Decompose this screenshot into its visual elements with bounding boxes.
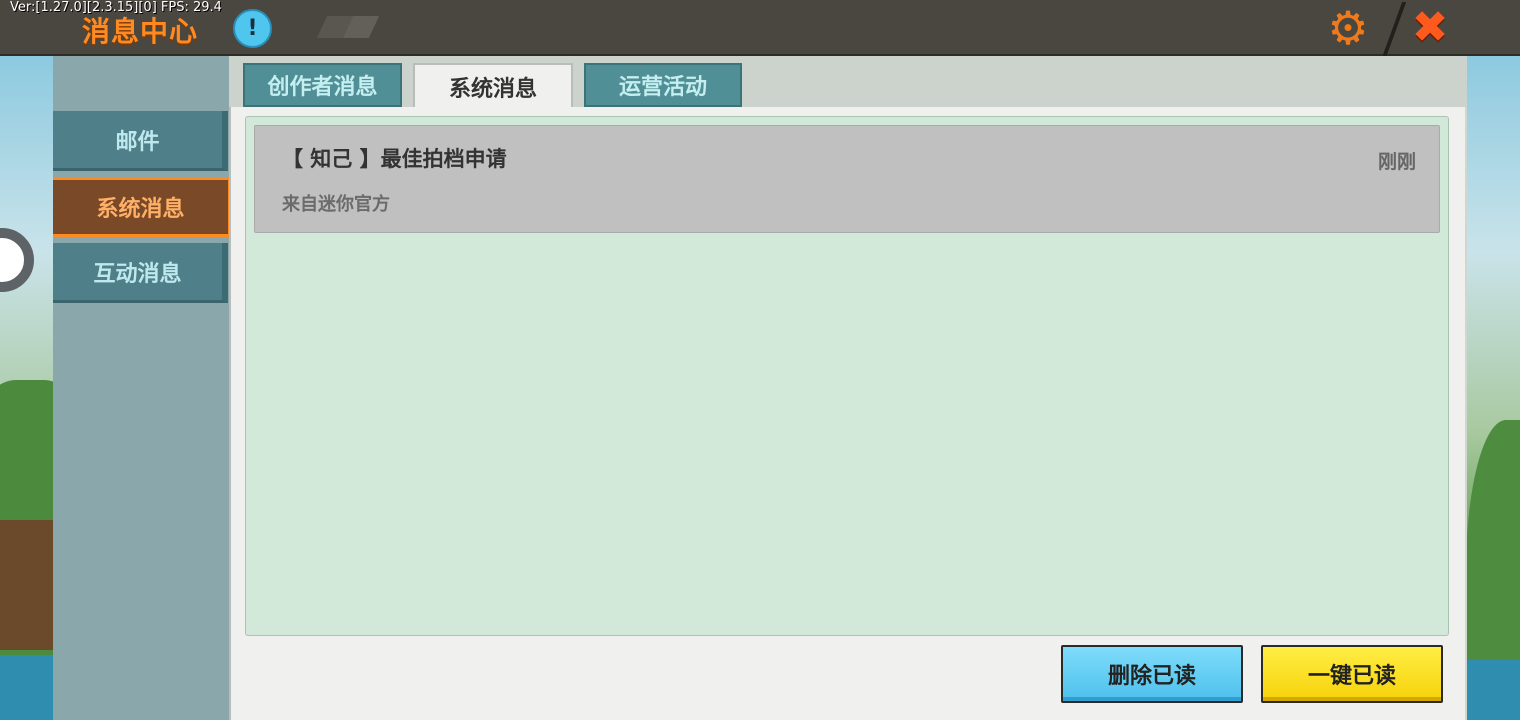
tab-label: 运营活动 [618,75,707,100]
water-left [0,655,60,720]
tab-system-messages[interactable]: 系统消息 [413,63,573,109]
close-button[interactable]: ✖ [1405,4,1455,52]
exclamation-icon: ! [247,16,258,41]
page-title: 消息中心 [82,15,199,48]
tab-creator-messages[interactable]: 创作者消息 [243,63,402,107]
mark-all-read-label: 一键已读 [1307,664,1396,689]
top-bar: Ver:[1.27.0][2.3.15][0] FPS: 29.4 消息中心 !… [0,0,1520,58]
wood-block [0,520,55,650]
sidebar-item-mail[interactable]: 邮件 [53,111,228,171]
sidebar-item-interaction-messages[interactable]: 互动消息 [53,243,228,303]
mark-all-read-button[interactable]: 一键已读 [1261,645,1443,703]
gear-icon: ⚙ [1327,1,1369,55]
close-icon: ✖ [1411,2,1449,53]
sidebar-item-label: 系统消息 [96,197,185,222]
tab-label: 创作者消息 [267,75,378,100]
delete-read-label: 删除已读 [1107,664,1196,689]
message-title: 【 知己 】最佳拍档申请 [282,147,507,171]
delete-read-button[interactable]: 删除已读 [1061,645,1243,703]
tab-operation-events[interactable]: 运营活动 [584,63,742,107]
settings-button[interactable]: ⚙ [1324,4,1372,52]
sidebar-item-label: 互动消息 [93,261,182,287]
info-button[interactable]: ! [233,9,272,48]
water-right [1466,660,1520,720]
sidebar-item-system-messages[interactable]: 系统消息 [53,177,236,237]
message-time: 刚刚 [1378,151,1417,173]
sidebar-item-label: 邮件 [115,129,160,155]
message-sender: 来自迷你官方 [282,194,390,215]
message-item[interactable] [254,125,1440,233]
header-divider [1381,2,1407,58]
tab-label: 系统消息 [448,77,537,102]
